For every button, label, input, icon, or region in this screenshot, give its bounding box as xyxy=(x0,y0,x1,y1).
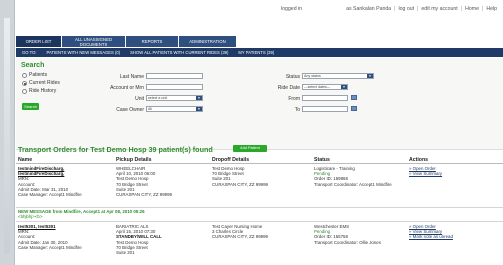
main-tabs: ORDER LIST ALL UNASSIGNED DOCUMENTS REPO… xyxy=(16,36,503,47)
header-status: Status xyxy=(314,157,330,163)
top-links: as Sankalan Panda | log out | edit my ac… xyxy=(346,6,497,12)
table-row-2-name: test5301, test5301 MRN: Account: Admit D… xyxy=(18,224,114,250)
table-row-1-name: testmindFireDischarg, testmindFireDischa… xyxy=(18,166,114,197)
help-link[interactable]: Help xyxy=(486,6,497,12)
table-row-1-dropoff: Test Demo Hosp 70 Bridge Street Suite 20… xyxy=(212,166,268,187)
case-owner-select[interactable]: All ▼ xyxy=(146,106,203,112)
mark-unread-link[interactable]: » Mark note as unread xyxy=(409,234,453,239)
unit-label: Unit xyxy=(135,96,144,102)
results-title: Transport Orders for Test Demo Hosp 39 p… xyxy=(18,145,213,154)
table-row-2-status: Westchester EMS Pending Order ID: 155758… xyxy=(314,224,407,245)
unit-select[interactable]: select a unit ▼ xyxy=(146,95,203,101)
subnav-bar: GO TO: PATIENTS WITH NEW MESSAGES (0) SH… xyxy=(16,48,503,57)
calendar-icon[interactable] xyxy=(351,106,357,111)
to-date-input[interactable] xyxy=(302,106,348,112)
chevron-down-icon: ▼ xyxy=(367,74,373,78)
table-row-2-dropoff: Test Cayer Nursing Home 3 Charles Circle… xyxy=(212,224,268,240)
page: logged in as Sankalan Panda | log out | … xyxy=(16,0,503,265)
case-owner-label: Case Owner xyxy=(116,107,144,113)
header-dropoff: Dropoff Details xyxy=(212,157,250,163)
my-patients-link[interactable]: MY PATIENTS (39) xyxy=(238,50,274,55)
ride-date-label: Ride Date xyxy=(277,85,300,91)
to-label: To xyxy=(294,107,300,113)
search-panel: Search Patients Current Rides Ride Histo… xyxy=(16,58,503,150)
search-title: Search xyxy=(21,62,45,69)
table-header: Name Pickup Details Dropoff Details Stat… xyxy=(16,156,503,164)
radio-icon[interactable] xyxy=(22,80,27,86)
table-row-2-pickup: BARIATRIC ALS April 15, 2010 07:30 STAND… xyxy=(116,224,162,256)
calendar-icon[interactable] xyxy=(351,95,357,100)
account-input[interactable] xyxy=(146,84,203,90)
header-actions: Actions xyxy=(409,157,429,163)
radio-current-rides[interactable]: Current Rides xyxy=(22,80,60,86)
left-scroll-strip xyxy=(0,0,15,265)
logout-link[interactable]: log out xyxy=(398,6,414,12)
message-preview: <bhjbhj><b> xyxy=(18,214,43,219)
goto-label: GO TO: xyxy=(22,50,37,55)
from-date-input[interactable] xyxy=(302,95,348,101)
status-label: Status xyxy=(285,74,300,80)
table-row-2-actions: » Open Order » View Summary » Mark note … xyxy=(409,224,499,240)
table-row-1-status: Logisticare - Training Pending Order ID:… xyxy=(314,166,407,187)
ride-date-select[interactable]: ---select dates--- ▼ xyxy=(302,84,348,90)
header-pickup: Pickup Details xyxy=(116,157,152,163)
radio-patients[interactable]: Patients xyxy=(22,72,47,78)
new-message-notice: NEW MESSAGE from Mindfire, Accept1 at Ap… xyxy=(18,209,145,219)
radio-ride-history[interactable]: Ride History xyxy=(22,88,56,94)
tab-order-list[interactable]: ORDER LIST xyxy=(16,36,61,47)
top-bar: logged in as Sankalan Panda | log out | … xyxy=(16,0,503,16)
chevron-down-icon: ▼ xyxy=(196,107,202,111)
last-name-input[interactable] xyxy=(146,73,203,79)
radio-icon[interactable] xyxy=(22,72,27,78)
table-row-1-actions: » Open Order » View Summary xyxy=(409,166,499,176)
last-name-label: Last Name xyxy=(119,74,144,80)
current-rides-link[interactable]: SHOW ALL PATIENTS WITH CURRENT RIDES (39… xyxy=(130,50,228,55)
account-label: Account or Mrn xyxy=(110,85,144,91)
edit-account-link[interactable]: edit my account xyxy=(421,6,457,12)
new-messages-link[interactable]: PATIENTS WITH NEW MESSAGES (0) xyxy=(47,50,121,55)
chevron-down-icon: ▼ xyxy=(341,85,347,89)
user-text: as Sankalan Panda xyxy=(346,6,392,12)
from-label: From xyxy=(288,96,300,102)
logged-in-text: logged in xyxy=(281,6,303,12)
search-button[interactable]: Search xyxy=(22,103,39,110)
home-link[interactable]: Home xyxy=(465,6,479,12)
view-summary-link[interactable]: » View Summary xyxy=(409,171,442,176)
tab-administration[interactable]: ADMINISTRATION xyxy=(179,36,236,47)
table-row-1-pickup: WHEELCHAIR April 10, 2010 06:00 Test Dem… xyxy=(116,166,172,198)
status-select[interactable]: Any status ▼ xyxy=(302,73,374,79)
tab-unassigned-documents[interactable]: ALL UNASSIGNED DOCUMENTS xyxy=(62,36,125,47)
chevron-down-icon: ▼ xyxy=(196,96,202,100)
header-name: Name xyxy=(18,157,33,163)
add-patient-button[interactable]: Add Patient xyxy=(233,145,267,152)
radio-icon[interactable] xyxy=(22,88,27,94)
tab-reports[interactable]: REPORTS xyxy=(126,36,178,47)
